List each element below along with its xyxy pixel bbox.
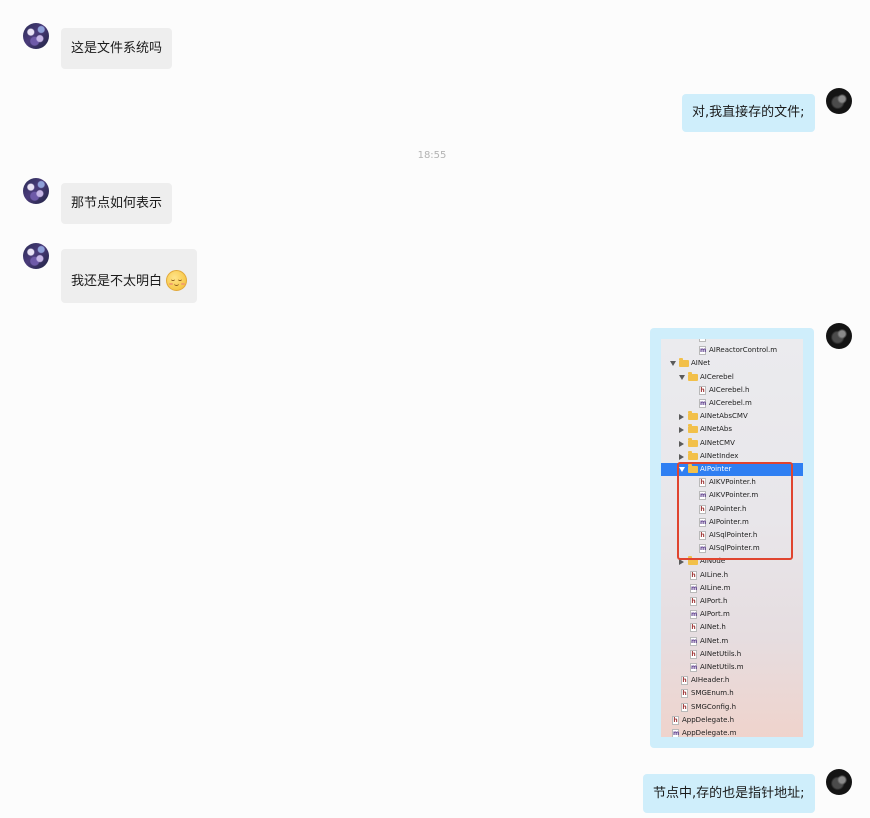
- tree-item-label: AINet.h: [700, 623, 726, 632]
- tree-file-row[interactable]: h AILine.h: [661, 569, 803, 582]
- tree-item-label: AINetCMV: [700, 438, 735, 447]
- contact-avatar[interactable]: [23, 178, 49, 204]
- tree-file-row[interactable]: m AIReactorControl.m: [661, 344, 803, 357]
- header-file-icon: h: [690, 570, 697, 580]
- folder-icon: [688, 450, 698, 460]
- tree-item-label: AINet: [691, 359, 711, 368]
- header-file-icon: h: [672, 715, 679, 725]
- disclosure-open-icon[interactable]: [679, 374, 685, 380]
- message-bubble[interactable]: 节点中,存的也是指针地址;: [643, 774, 815, 813]
- tree-file-row[interactable]: m AINet.m: [661, 635, 803, 648]
- contact-avatar[interactable]: [23, 23, 49, 49]
- tree-item-label: AINetAbsCMV: [700, 412, 748, 421]
- source-file-icon: m: [690, 610, 698, 620]
- folder-icon: [688, 371, 698, 381]
- source-file-icon: m: [690, 663, 698, 672]
- tree-item-label: AICerebel: [700, 372, 734, 381]
- message-bubble[interactable]: 这是文件系统吗: [61, 28, 173, 69]
- disclosure-closed-icon[interactable]: [679, 414, 684, 421]
- pensive-face-icon: [166, 270, 188, 291]
- header-file-icon: h: [690, 623, 697, 633]
- header-file-icon: h: [699, 339, 706, 342]
- tree-item-label: AIPort.h: [700, 597, 728, 605]
- tree-item-label: AppDelegate.m: [682, 729, 737, 737]
- tree-file-row[interactable]: h AIPort.h: [661, 595, 803, 608]
- tree-file-row[interactable]: m AINetUtils.m: [661, 661, 803, 674]
- tree-folder-row[interactable]: AINetAbs: [661, 423, 803, 436]
- tree-item-label: AINetAbs: [700, 425, 733, 434]
- message-text: 这是文件系统吗: [71, 40, 163, 56]
- disclosure-closed-icon[interactable]: [679, 440, 684, 447]
- folder-icon: [688, 437, 698, 447]
- tree-item-label: AINetIndex: [700, 451, 739, 460]
- header-file-icon: h: [690, 649, 697, 659]
- tree-folder-row[interactable]: AINet: [661, 357, 803, 370]
- message-timestamp: 18:55: [417, 150, 447, 161]
- message-text: 对,我直接存的文件;: [692, 105, 805, 120]
- my-avatar[interactable]: [826, 769, 852, 795]
- disclosure-closed-icon[interactable]: [679, 427, 684, 434]
- disclosure-closed-icon[interactable]: [679, 453, 684, 460]
- source-file-icon: m: [699, 399, 707, 408]
- contact-avatar[interactable]: [23, 243, 49, 269]
- tree-file-row[interactable]: h SMGConfig.h: [661, 701, 803, 714]
- message-text: 节点中,存的也是指针地址;: [653, 785, 805, 801]
- source-file-icon: m: [690, 636, 698, 646]
- folder-icon: [688, 424, 698, 434]
- highlight-box: [677, 462, 793, 560]
- header-file-icon: h: [681, 702, 688, 712]
- folder-icon: [688, 411, 698, 421]
- message-bubble[interactable]: 我还是不太明白: [61, 249, 198, 303]
- tree-folder-row[interactable]: AINetIndex: [661, 450, 803, 463]
- source-file-icon: m: [672, 729, 680, 737]
- tree-item-label: AILine.m: [700, 583, 731, 592]
- tree-file-row[interactable]: m AIPort.m: [661, 608, 803, 621]
- tree-file-row[interactable]: h AICerebel.h: [661, 384, 803, 397]
- tree-item-label: AINetUtils.m: [700, 663, 744, 671]
- header-file-icon: h: [681, 676, 688, 686]
- message-bubble[interactable]: 对,我直接存的文件;: [682, 94, 815, 132]
- header-file-icon: h: [699, 385, 706, 395]
- tree-item-label: SMGConfig.h: [691, 702, 737, 711]
- my-avatar[interactable]: [826, 88, 852, 114]
- tree-file-row[interactable]: m AICerebel.m: [661, 397, 803, 410]
- tree-item-label: AIPort.m: [700, 610, 730, 619]
- tree-file-row[interactable]: h AINet.h: [661, 621, 803, 634]
- my-avatar[interactable]: [826, 323, 852, 349]
- disclosure-open-icon[interactable]: [670, 361, 676, 367]
- tree-item-label: AINetUtils.h: [700, 649, 742, 658]
- header-file-icon: h: [681, 689, 688, 699]
- tree-folder-row[interactable]: AINetCMV: [661, 437, 803, 450]
- source-file-icon: m: [690, 583, 698, 593]
- tree-item-label: AICerebel.h: [709, 385, 750, 394]
- tree-item-label: AIHeader.h: [691, 676, 730, 685]
- source-file-icon: m: [699, 346, 707, 356]
- tree-file-row[interactable]: h AppDelegate.h: [661, 714, 803, 727]
- header-file-icon: h: [690, 597, 697, 606]
- message-text: 那节点如何表示: [71, 195, 163, 211]
- message-bubble[interactable]: 那节点如何表示: [61, 183, 173, 224]
- tree-item-label: SMGEnum.h: [691, 689, 734, 698]
- message-text: 我还是不太明白: [71, 274, 163, 289]
- tree-item-label: AINet.m: [700, 636, 729, 645]
- tree-file-row[interactable]: h SMGEnum.h: [661, 687, 803, 700]
- tree-folder-row[interactable]: AINetAbsCMV: [661, 410, 803, 423]
- tree-file-row[interactable]: h AIHeader.h: [661, 674, 803, 687]
- tree-file-row[interactable]: m AILine.m: [661, 582, 803, 595]
- tree-item-label: AICerebel.m: [709, 399, 752, 407]
- folder-icon: [679, 358, 689, 368]
- tree-file-row[interactable]: m AppDelegate.m: [661, 727, 803, 737]
- tree-item-label: AppDelegate.h: [682, 715, 735, 724]
- tree-item-label: AIReactorControl.m: [709, 346, 778, 355]
- disclosure-closed-icon[interactable]: [679, 559, 684, 566]
- tree-item-label: AILine.h: [700, 570, 729, 579]
- tree-file-row[interactable]: h AINetUtils.h: [661, 648, 803, 661]
- tree-folder-row[interactable]: AICerebel: [661, 371, 803, 384]
